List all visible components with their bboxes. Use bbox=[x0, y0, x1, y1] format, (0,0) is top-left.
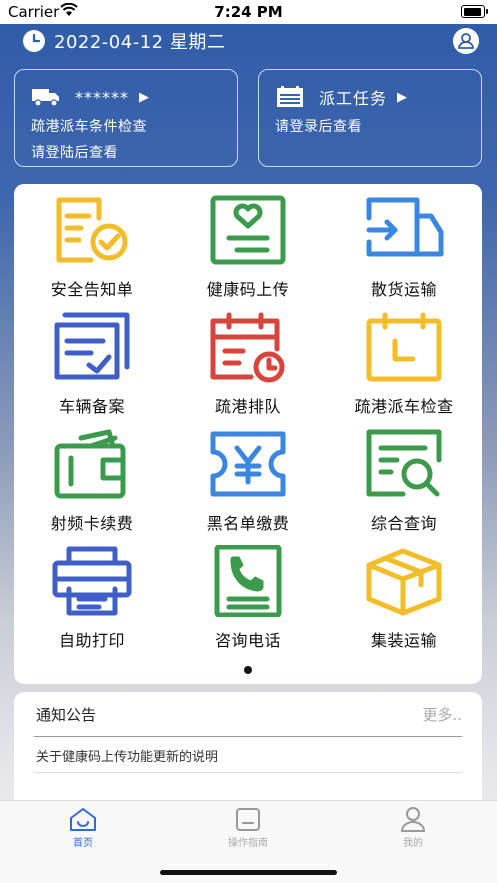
vehicle-record-icon bbox=[54, 312, 130, 380]
truck-transport-icon bbox=[366, 197, 444, 257]
tile-label: 自助打印 bbox=[58, 631, 125, 650]
tile-blacklist-payment[interactable]: 黑名单缴费 bbox=[170, 426, 326, 543]
tile-port-queue[interactable]: 疏港排队 bbox=[170, 309, 326, 426]
tile-label: 车辆备案 bbox=[58, 397, 125, 416]
vehicle-card-line2: 请登陆后查看 bbox=[31, 145, 118, 161]
tab-mine[interactable]: 我的 bbox=[358, 806, 468, 849]
divider bbox=[34, 772, 462, 773]
tile-label: 安全告知单 bbox=[50, 280, 134, 299]
guide-icon bbox=[236, 808, 260, 831]
tile-label: 黑名单缴费 bbox=[206, 514, 290, 533]
date-row: 2022-04-12 星期二 bbox=[22, 28, 225, 54]
tile-self-print[interactable]: 自助打印 bbox=[14, 543, 170, 660]
safety-notice-icon bbox=[56, 197, 128, 263]
user-profile-icon[interactable] bbox=[453, 28, 479, 54]
notice-item[interactable]: 关于健康码上传功能更新的说明 bbox=[36, 746, 218, 765]
tab-label: 操作指南 bbox=[228, 838, 268, 849]
tile-rf-card-renewal[interactable]: 射频卡续费 bbox=[14, 426, 170, 543]
status-bar: Carrier 7:24 PM bbox=[0, 0, 497, 24]
feature-grid-card: 安全告知单 健康码上传 散货运输 车辆备案 疏港排队 疏港派车检查 射频卡续费 … bbox=[14, 184, 482, 684]
tile-label: 散货运输 bbox=[370, 280, 437, 299]
truck-icon bbox=[32, 89, 59, 107]
clock-icon bbox=[23, 30, 45, 52]
date-text: 2022-04-12 星期二 bbox=[54, 32, 226, 53]
tile-hotline[interactable]: 咨询电话 bbox=[170, 543, 326, 660]
tile-label: 射频卡续费 bbox=[50, 514, 134, 533]
tile-label: 疏港排队 bbox=[214, 397, 281, 416]
battery-icon bbox=[461, 5, 488, 18]
card-arrow-icon: ▶ bbox=[139, 89, 149, 105]
tile-safety-notice[interactable]: 安全告知单 bbox=[14, 192, 170, 309]
queue-calendar-icon bbox=[210, 312, 285, 383]
tile-label: 咨询电话 bbox=[214, 631, 281, 650]
phone-icon bbox=[214, 545, 282, 617]
vehicle-check-card[interactable]: ****** ▶ 疏港派车条件检查 请登陆后查看 bbox=[14, 69, 238, 167]
vehicle-plate: ****** bbox=[75, 87, 129, 107]
person-icon bbox=[401, 807, 425, 832]
page-indicator-dot[interactable] bbox=[244, 666, 252, 674]
tile-label: 疏港派车检查 bbox=[354, 397, 454, 416]
notice-more-link[interactable]: 更多.. bbox=[422, 704, 462, 725]
home-icon bbox=[70, 808, 96, 831]
tile-dispatch-check[interactable]: 疏港派车检查 bbox=[326, 309, 482, 426]
feature-grid: 安全告知单 健康码上传 散货运输 车辆备案 疏港排队 疏港派车检查 射频卡续费 … bbox=[14, 192, 482, 660]
wallet-icon bbox=[54, 429, 126, 499]
health-code-icon bbox=[210, 195, 286, 265]
notice-title: 通知公告 bbox=[36, 706, 97, 724]
tile-health-code[interactable]: 健康码上传 bbox=[170, 192, 326, 309]
calendar-list-icon bbox=[277, 86, 303, 107]
tile-label: 集装运输 bbox=[370, 631, 437, 650]
tab-guide[interactable]: 操作指南 bbox=[193, 806, 303, 849]
tile-label: 综合查询 bbox=[370, 514, 437, 533]
task-card-line1: 请登录后查看 bbox=[275, 119, 362, 135]
vehicle-card-line1: 疏港派车条件检查 bbox=[31, 119, 147, 135]
printer-icon bbox=[52, 546, 132, 616]
tab-home[interactable]: 首页 bbox=[28, 806, 138, 849]
tab-label: 首页 bbox=[73, 838, 93, 849]
tile-vehicle-record[interactable]: 车辆备案 bbox=[14, 309, 170, 426]
divider bbox=[34, 736, 462, 737]
tile-container-transport[interactable]: 集装运输 bbox=[326, 543, 482, 660]
dispatch-check-icon bbox=[366, 312, 442, 382]
status-time: 7:24 PM bbox=[214, 3, 283, 21]
task-title: 派工任务 bbox=[319, 89, 388, 108]
yen-ticket-icon bbox=[210, 431, 286, 497]
notice-card: 通知公告 更多.. 关于健康码上传功能更新的说明 bbox=[14, 692, 482, 812]
dispatch-task-card[interactable]: 派工任务 ▶ 请登录后查看 bbox=[258, 69, 482, 167]
tile-general-query[interactable]: 综合查询 bbox=[326, 426, 482, 543]
tile-bulk-transport[interactable]: 散货运输 bbox=[326, 192, 482, 309]
box-icon bbox=[366, 548, 442, 616]
tab-label: 我的 bbox=[403, 838, 423, 849]
home-indicator bbox=[160, 870, 337, 875]
card-arrow-icon: ▶ bbox=[397, 89, 408, 105]
query-search-icon bbox=[366, 429, 442, 497]
tile-label: 健康码上传 bbox=[206, 280, 290, 299]
